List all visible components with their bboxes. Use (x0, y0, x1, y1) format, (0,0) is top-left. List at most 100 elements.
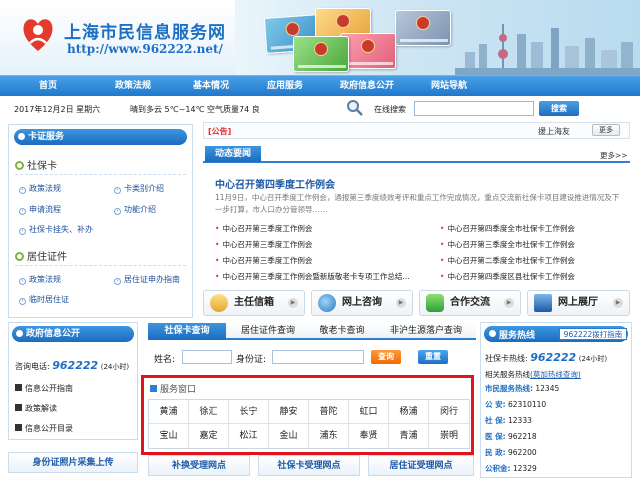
id-input[interactable] (272, 350, 364, 364)
nav-item-sitemap[interactable]: 网站导航 (414, 76, 484, 97)
chevron-right-icon: ▶ (288, 298, 298, 308)
circle-icon (15, 252, 24, 261)
sscard-hotline-number: 962222 (530, 351, 577, 364)
card-service-panel: 卡证服务 社保卡 › 政策法规 › 卡类别介绍 › 申请流程 › 功能介绍 › 社保卡挂失… (8, 124, 193, 318)
news-item[interactable]: • 中心召开第四季度区县社保卡工作例会 (440, 271, 575, 282)
gov-info-phone: 咨询电话: 962222 (24小时) (15, 359, 130, 372)
gov-info-panel: 政府信息公开 咨询电话: 962222 (24小时) 信息公开指南 政策解读 信… (8, 322, 138, 440)
residence-section-title: 居住证件 (15, 248, 67, 263)
announcement-more-button[interactable]: 更多 (592, 124, 620, 136)
house-icon (534, 294, 552, 312)
district-songjiang[interactable]: 松江 (229, 424, 269, 448)
sscard-functions-link[interactable]: › 功能介绍 (114, 204, 156, 215)
card-service-header: 卡证服务 (14, 129, 187, 145)
site-title[interactable]: 上海市民信息服务网 (64, 18, 226, 43)
reset-button[interactable]: 重置 (418, 350, 448, 364)
district-xuhui[interactable]: 徐汇 (189, 400, 229, 424)
hotline-guide-tag[interactable]: 962222拨打指南 (559, 328, 627, 340)
district-baoshan[interactable]: 宝山 (149, 424, 189, 448)
online-consult-button[interactable]: 网上咨询 ▶ (311, 290, 413, 316)
district-fengxian[interactable]: 奉贤 (349, 424, 389, 448)
residence-sites-button[interactable]: 居住证受理网点 (368, 455, 474, 476)
announcement-text[interactable]: 援上海友 (538, 126, 570, 137)
online-exhibition-button[interactable]: 网上展厅 ▶ (527, 290, 630, 316)
search-input[interactable] (414, 101, 534, 116)
news-item[interactable]: • 中心召开第三季度全市社保卡工作例会 (440, 239, 575, 250)
nav-item-apps[interactable]: 应用服务 (250, 76, 320, 97)
district-jiading[interactable]: 嘉定 (189, 424, 229, 448)
tab-residence-query[interactable]: 居住证件查询 (228, 323, 308, 340)
temp-residence-link[interactable]: › 临时居住证 (19, 294, 69, 305)
tab-senior-card-query[interactable]: 敬老卡查询 (308, 323, 376, 340)
query-button[interactable]: 查询 (371, 350, 401, 364)
tab-news[interactable]: 动态要闻 (205, 146, 261, 162)
card-service-title: 卡证服务 (28, 132, 65, 142)
search-label: 在线搜索 (374, 105, 406, 114)
sscard-process-link[interactable]: › 申请流程 (19, 204, 61, 215)
nav-item-policy[interactable]: 政策法规 (98, 76, 168, 97)
arrow-icon: › (114, 208, 121, 215)
district-jinshan[interactable]: 金山 (269, 424, 309, 448)
residence-guide-link[interactable]: › 居住证申办指南 (114, 274, 180, 285)
replacement-sites-button[interactable]: 补换受理网点 (148, 455, 250, 476)
nav-item-home[interactable]: 首页 (18, 76, 78, 97)
news-headline[interactable]: 中心召开第四季度工作例会 (215, 176, 335, 191)
district-minhang[interactable]: 闵行 (429, 400, 469, 424)
district-putuo[interactable]: 普陀 (309, 400, 349, 424)
news-item[interactable]: • 中心召开第三季度工作例会 (215, 255, 312, 266)
nav-item-gov-info[interactable]: 政府信息公开 (322, 76, 412, 97)
square-bullet-icon (15, 384, 22, 391)
announcement-tag: [公告] (208, 127, 232, 136)
district-grid: 黄浦 徐汇 长宁 静安 普陀 虹口 杨浦 闵行 宝山 嘉定 松江 金山 浦东 奉… (148, 399, 470, 449)
hotline-row: 民 政: 962200 (485, 448, 537, 457)
news-more-link[interactable]: 更多>> (600, 150, 628, 161)
district-hongkou[interactable]: 虹口 (349, 400, 389, 424)
divider (15, 174, 186, 175)
hotline-row: 公积金: 12329 (485, 464, 537, 473)
nav-item-basic-info[interactable]: 基本情况 (176, 76, 246, 97)
cooperation-button[interactable]: 合作交流 ▶ (419, 290, 521, 316)
district-yangpu[interactable]: 杨浦 (389, 400, 429, 424)
gov-info-interpretation-link[interactable]: 政策解读 (15, 403, 57, 414)
arrow-icon: › (19, 187, 26, 194)
district-jingan[interactable]: 静安 (269, 400, 309, 424)
news-item[interactable]: • 中心召开第四季度全市社保卡工作例会 (440, 223, 575, 234)
news-item[interactable]: • 中心召开第二季度全市社保卡工作例会 (440, 255, 575, 266)
circle-icon (489, 330, 496, 337)
name-input[interactable] (182, 350, 232, 364)
arrow-icon: › (19, 298, 26, 305)
news-item[interactable]: • 中心召开第三季度工作例会暨新版敬老卡专项工作总结… (215, 271, 410, 282)
district-qingpu[interactable]: 青浦 (389, 424, 429, 448)
district-pudong[interactable]: 浦东 (309, 424, 349, 448)
main-nav: 首页 政策法规 基本情况 应用服务 政府信息公开 网站导航 (0, 75, 640, 96)
id-photo-upload-button[interactable]: 身份证照片采集上传 (8, 452, 138, 473)
residence-policy-link[interactable]: › 政策法规 (19, 274, 61, 285)
district-chongming[interactable]: 崇明 (429, 424, 469, 448)
district-huangpu[interactable]: 黄浦 (149, 400, 189, 424)
square-bullet-icon (15, 424, 22, 431)
current-date: 2017年12月2日 星期六 (14, 105, 101, 114)
sscard-reissue-link[interactable]: › 社保卡挂失、补办 (19, 224, 93, 235)
related-hotline-link[interactable]: (莫加热线查询) (530, 370, 581, 379)
search-icon (347, 100, 363, 116)
district-changning[interactable]: 长宁 (229, 400, 269, 424)
news-item[interactable]: • 中心召开第三季度工作例会 (215, 223, 312, 234)
news-tabbar (203, 146, 630, 163)
sscard-policy-link[interactable]: › 政策法规 (19, 183, 61, 194)
sscard-types-link[interactable]: › 卡类别介绍 (114, 183, 164, 194)
logo-icon[interactable] (20, 13, 56, 53)
gov-info-catalog-link[interactable]: 信息公开目录 (15, 423, 73, 434)
gov-info-header: 政府信息公开 (12, 326, 134, 342)
director-mailbox-button[interactable]: 主任信箱 ▶ (203, 290, 305, 316)
tab-hukou-query[interactable]: 非沪生源落户查询 (376, 323, 476, 340)
news-item[interactable]: • 中心召开第三季度工作例会 (215, 239, 312, 250)
gov-info-guide-link[interactable]: 信息公开指南 (15, 383, 73, 394)
tab-sscard-query[interactable]: 社保卡查询 (148, 323, 226, 340)
hotline-panel: 服务热线 962222拨打指南 社保卡热线: 962222 (24小时) 相关服… (480, 322, 632, 478)
search-button[interactable]: 搜索 (539, 101, 579, 116)
hotline-row: 社 保: 12333 (485, 416, 532, 425)
sscard-sites-button[interactable]: 社保卡受理网点 (258, 455, 360, 476)
site-header: 上海市民信息服务网 http://www.962222.net/ (0, 0, 640, 75)
arrow-icon: › (114, 278, 121, 285)
hotline-row: 市民服务热线: 12345 (485, 384, 560, 393)
